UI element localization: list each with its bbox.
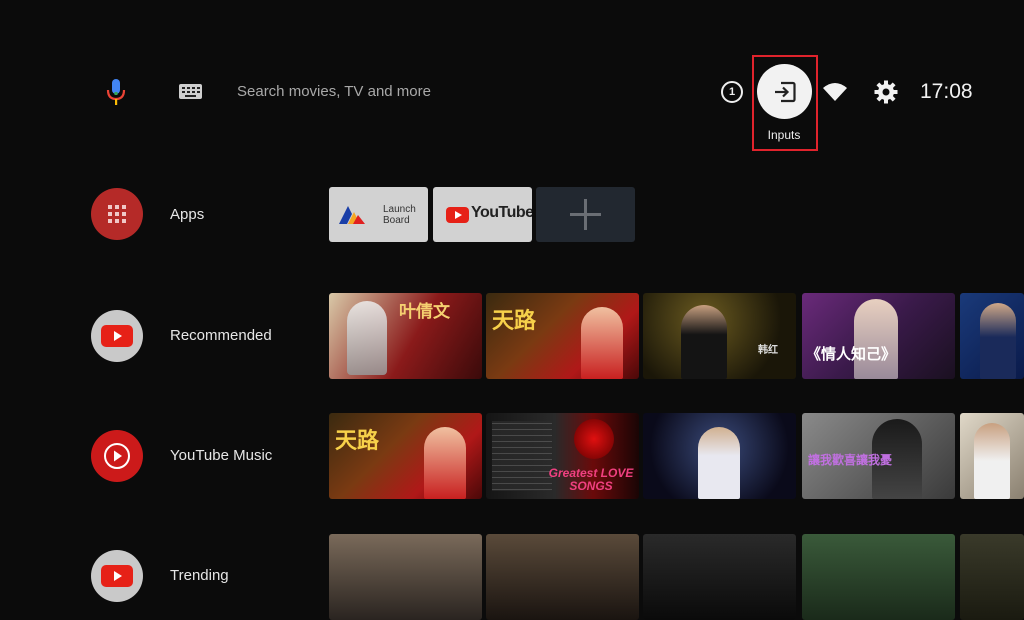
youtube-music-video-tile[interactable] bbox=[960, 413, 1024, 499]
wifi-icon[interactable] bbox=[823, 83, 847, 101]
recommended-video-tile[interactable] bbox=[960, 293, 1024, 379]
keyboard-icon[interactable] bbox=[179, 84, 202, 99]
apps-row-icon[interactable] bbox=[91, 188, 143, 240]
youtube-music-row-icon[interactable] bbox=[91, 430, 143, 482]
trending-row-icon[interactable] bbox=[91, 550, 143, 602]
video-caption: 叶倩文 bbox=[399, 302, 450, 321]
apps-row-label: Apps bbox=[170, 206, 205, 223]
recommended-video-tile[interactable]: 韩红 bbox=[643, 293, 796, 379]
settings-gear-icon[interactable] bbox=[874, 80, 898, 104]
video-thumbnail-figure bbox=[698, 427, 740, 499]
video-caption: 天路 bbox=[335, 428, 380, 453]
trending-video-tile[interactable] bbox=[960, 534, 1024, 620]
youtube-app-tile[interactable]: YouTube bbox=[433, 187, 532, 242]
video-thumbnail-figure bbox=[854, 299, 898, 379]
trending-video-tile[interactable] bbox=[802, 534, 955, 620]
video-thumbnail-figure bbox=[980, 303, 1016, 379]
recommended-video-tile[interactable]: 叶倩文 bbox=[329, 293, 482, 379]
clock: 17:08 bbox=[920, 80, 973, 103]
search-input[interactable]: Search movies, TV and more bbox=[237, 83, 431, 100]
youtube-music-video-tile[interactable]: Greatest LOVE SONGS bbox=[486, 413, 639, 499]
youtube-music-video-tile[interactable]: 天路 bbox=[329, 413, 482, 499]
rose-graphic bbox=[574, 419, 614, 459]
inputs-label: Inputs bbox=[767, 128, 801, 142]
launch-board-logo-icon bbox=[339, 206, 365, 224]
recommended-row-label: Recommended bbox=[170, 327, 272, 344]
recommended-video-tile[interactable]: 天路 bbox=[486, 293, 639, 379]
video-thumbnail-figure bbox=[581, 307, 623, 379]
add-app-tile[interactable] bbox=[536, 187, 635, 242]
video-caption: 天路 bbox=[492, 308, 537, 333]
youtube-music-video-tile[interactable] bbox=[643, 413, 796, 499]
youtube-icon bbox=[101, 565, 133, 587]
notification-count-icon[interactable]: 1 bbox=[721, 81, 743, 103]
microphone-icon[interactable] bbox=[104, 78, 128, 106]
apps-grid-icon bbox=[108, 205, 126, 223]
launch-board-app-tile[interactable]: Launch Board bbox=[329, 187, 428, 242]
launch-board-app-name: Launch Board bbox=[383, 204, 416, 226]
inputs-button[interactable] bbox=[757, 64, 812, 119]
video-thumbnail-figure bbox=[974, 423, 1010, 499]
trending-video-tile[interactable] bbox=[486, 534, 639, 620]
youtube-music-video-tile[interactable]: 讓我歡喜讓我憂 bbox=[802, 413, 955, 499]
tracklist-graphic bbox=[492, 421, 552, 491]
trending-row-label: Trending bbox=[170, 567, 229, 584]
trending-video-tile[interactable] bbox=[643, 534, 796, 620]
recommended-row-icon[interactable] bbox=[91, 310, 143, 362]
video-thumbnail-figure bbox=[424, 427, 466, 499]
youtube-music-icon bbox=[104, 443, 130, 469]
video-caption: Greatest LOVE SONGS bbox=[548, 466, 634, 493]
input-source-icon bbox=[774, 81, 796, 102]
video-thumbnail-figure bbox=[681, 305, 727, 379]
youtube-logo-icon bbox=[446, 207, 469, 223]
youtube-icon bbox=[101, 325, 133, 347]
youtube-app-name: YouTube bbox=[471, 204, 532, 221]
recommended-video-tile[interactable]: 《情人知己》 bbox=[802, 293, 955, 379]
video-caption: 《情人知己》 bbox=[806, 346, 897, 363]
trending-video-tile[interactable] bbox=[329, 534, 482, 620]
video-thumbnail-figure bbox=[347, 301, 387, 375]
video-caption: 讓我歡喜讓我憂 bbox=[808, 453, 893, 467]
youtube-music-row-label: YouTube Music bbox=[170, 447, 273, 464]
video-caption: 韩红 bbox=[758, 345, 778, 356]
